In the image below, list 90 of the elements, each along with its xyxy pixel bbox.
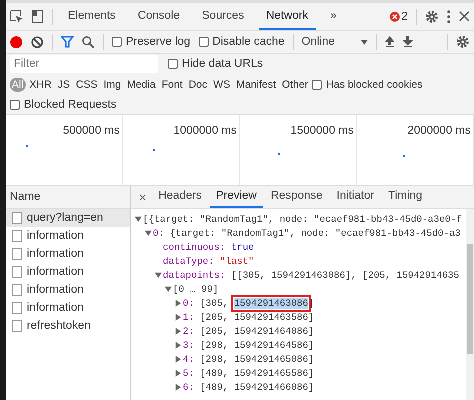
tree-node-text[interactable]: [0 … 99] (173, 284, 219, 294)
property-line: continuous: true (163, 242, 254, 252)
checkbox[interactable] (312, 80, 322, 90)
close-icon[interactable] (459, 11, 470, 22)
caret-right-icon[interactable] (175, 342, 182, 348)
filter-field[interactable]: Filter (10, 55, 158, 73)
detail-tab[interactable]: Initiator (330, 186, 380, 208)
hide-data-urls-label: Hide data URLs (182, 58, 264, 70)
tree-node-text[interactable]: 0: {target: "RandomTag1", node: "ecaef981-bb43-45d0-a3 (153, 228, 461, 238)
panel-tab[interactable]: Elements (61, 3, 123, 30)
more-tabs-button[interactable]: » (324, 3, 344, 30)
tree-node-text[interactable]: 6: [489, 1594291466086] (183, 382, 314, 392)
preserve-log-label: Preserve log (126, 36, 191, 48)
tree-node-text[interactable]: 2: [205, 1594291464086] (183, 326, 314, 336)
has-blocked-cookies-label: Has blocked cookies (326, 79, 423, 91)
name-column-header[interactable]: Name (10, 191, 41, 203)
panel-tab[interactable]: Console (130, 3, 188, 30)
checkbox[interactable] (10, 100, 20, 110)
tree-node-text[interactable]: 5: [489, 1594291465586] (183, 368, 314, 378)
timeline-tick-label: 1500000 ms (290, 125, 354, 137)
caret-right-icon[interactable] (175, 314, 182, 320)
request-row[interactable]: information (6, 299, 130, 317)
record-icon[interactable] (10, 36, 23, 48)
request-row[interactable]: information (6, 227, 130, 245)
caret-down-icon[interactable] (165, 286, 172, 292)
search-icon[interactable] (82, 36, 95, 48)
type-filter[interactable]: Manifest (234, 78, 278, 92)
type-filter[interactable]: XHR (28, 78, 54, 92)
type-filter[interactable]: WS (212, 78, 232, 92)
type-filter[interactable]: Media (125, 78, 158, 92)
tree-node-text[interactable]: 1: [205, 1594291463586] (183, 312, 314, 322)
caret-down-icon[interactable] (135, 216, 142, 222)
file-icon (12, 266, 22, 278)
file-icon (12, 230, 22, 242)
download-icon[interactable] (403, 36, 414, 48)
filter-icon[interactable] (61, 36, 74, 48)
caret-right-icon[interactable] (175, 300, 182, 306)
type-filter[interactable]: Other (280, 78, 310, 92)
detail-tab[interactable]: Timing (382, 186, 429, 208)
scrollbar[interactable] (466, 209, 474, 400)
settings-icon[interactable] (425, 10, 439, 24)
timeline-tick-label: 2000000 ms (408, 125, 471, 137)
property-line: dataType: "last" (163, 256, 254, 266)
request-row[interactable]: information (6, 245, 130, 263)
file-icon (12, 302, 22, 314)
tree-node-text[interactable]: 4: [298, 1594291465086] (183, 354, 314, 364)
caret-down-icon[interactable] (145, 230, 152, 236)
inspect-icon[interactable] (10, 10, 24, 24)
request-row[interactable]: information (6, 263, 130, 281)
file-icon (12, 248, 22, 260)
panel-tab[interactable]: Sources (195, 3, 252, 30)
file-icon (12, 320, 22, 332)
caret-right-icon[interactable] (175, 384, 182, 390)
checkbox[interactable] (198, 37, 209, 47)
type-filter[interactable]: JS (56, 78, 72, 92)
type-filter[interactable]: Font (160, 78, 185, 92)
request-row[interactable]: information (6, 281, 130, 299)
checkbox[interactable] (112, 37, 122, 47)
tree-node-text[interactable]: [{target: "RandomTag1", node: "ecaef981-bb43-45d0-a3e0-f (143, 214, 462, 224)
timeline-tick-label: 500000 ms (63, 125, 120, 137)
clear-icon[interactable] (31, 36, 44, 48)
disable-cache-label: Disable cache (212, 36, 285, 48)
throttling-select[interactable]: Online (302, 36, 368, 48)
detail-tab[interactable]: Headers (152, 186, 208, 208)
more-options-icon[interactable] (447, 10, 451, 24)
settings-icon[interactable] (456, 35, 470, 49)
close-button[interactable]: × (135, 190, 151, 204)
file-icon (12, 212, 22, 224)
device-icon[interactable] (32, 10, 44, 24)
request-row[interactable]: refreshtoken (6, 317, 130, 335)
type-filter[interactable]: Img (102, 78, 124, 92)
caret-right-icon[interactable] (175, 370, 182, 376)
detail-tab[interactable]: Response (264, 186, 329, 208)
timeline-tick-label: 1000000 ms (174, 125, 237, 137)
caret-right-icon[interactable] (175, 356, 182, 362)
dropdown-arrow-icon (361, 40, 368, 44)
caret-down-icon[interactable] (155, 272, 162, 278)
file-icon (12, 284, 22, 296)
request-row[interactable]: query?lang=en (6, 209, 130, 227)
caret-right-icon[interactable] (175, 328, 182, 334)
detail-tab[interactable]: Preview (210, 186, 263, 208)
error-count[interactable]: 2 (402, 10, 408, 22)
tree-node-text[interactable]: 3: [298, 1594291464586] (183, 340, 314, 350)
checkbox[interactable] (168, 59, 178, 69)
type-filter[interactable]: CSS (74, 78, 100, 92)
type-filter[interactable]: Doc (186, 78, 210, 92)
upload-icon[interactable] (385, 36, 396, 48)
error-icon (390, 12, 400, 22)
blocked-requests-label: Blocked Requests (24, 99, 117, 111)
tree-node-text[interactable]: datapoints: [[305, 1594291463086], [205, 15942914635 (163, 270, 460, 280)
